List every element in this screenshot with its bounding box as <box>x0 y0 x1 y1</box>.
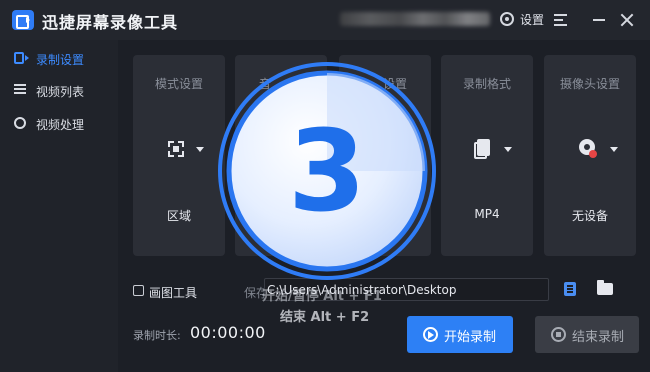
sidebar-item-record-settings[interactable]: 录制设置 <box>0 43 118 73</box>
card-dropdown[interactable] <box>544 139 636 161</box>
card-mode-settings[interactable]: 模式设置 区域 <box>133 55 225 256</box>
card-title: 模式设置 <box>154 77 203 91</box>
screenshot-tool-label[interactable]: 画图工具 <box>149 284 197 301</box>
screenshot-tool-checkbox[interactable] <box>133 285 144 296</box>
gear-icon <box>500 12 514 26</box>
sidebar: 录制设置 视频列表 视频处理 <box>0 40 118 372</box>
hotkey-hint-pause: 开始/暂停 Alt + F1 <box>262 289 382 304</box>
start-recording-button[interactable]: 开始录制 <box>407 316 513 353</box>
tools-icon <box>14 117 26 129</box>
chevron-down-icon <box>610 147 618 152</box>
title-bar: 迅捷屏幕录像工具 设置 <box>0 0 650 40</box>
close-icon[interactable] <box>620 13 634 27</box>
start-recording-label: 开始录制 <box>444 330 497 345</box>
hotkey-hint-stop: 结束 Alt + F2 <box>280 310 370 325</box>
duration-value: 00:00:00 <box>190 323 266 342</box>
stop-recording-label: 结束录制 <box>572 330 625 345</box>
card-title: 录制格式 <box>462 77 511 91</box>
list-icon <box>14 84 27 96</box>
card-value: MP4 <box>474 207 500 221</box>
chevron-down-icon <box>196 147 204 152</box>
sidebar-item-video-list[interactable]: 视频列表 <box>0 75 118 105</box>
card-value: 无设备 <box>571 209 608 223</box>
app-logo-icon <box>12 10 34 30</box>
chevron-down-icon <box>504 147 512 152</box>
duration-label: 录制时长: <box>133 329 181 342</box>
video-icon <box>14 52 29 64</box>
folder-icon[interactable] <box>597 280 613 295</box>
card-webcam-settings[interactable]: 摄像头设置 无设备 <box>544 55 636 256</box>
open-list-icon[interactable] <box>564 282 576 296</box>
file-icon <box>474 139 490 159</box>
stop-circle-icon <box>551 327 566 342</box>
app-title: 迅捷屏幕录像工具 <box>42 13 179 32</box>
card-title: 摄像头设置 <box>559 77 620 91</box>
card-dropdown[interactable] <box>441 139 533 161</box>
region-select-icon <box>168 141 184 157</box>
countdown-number: 3 <box>288 107 366 237</box>
sidebar-item-label: 录制设置 <box>36 53 85 67</box>
play-circle-icon <box>423 327 438 342</box>
stop-recording-button[interactable]: 结束录制 <box>535 316 639 353</box>
webcam-icon <box>579 139 597 158</box>
card-value: 区域 <box>166 209 191 223</box>
sidebar-item-video-processing[interactable]: 视频处理 <box>0 108 118 138</box>
countdown-overlay: 3 <box>218 62 436 280</box>
card-dropdown[interactable] <box>133 139 225 161</box>
sidebar-item-label: 视频处理 <box>36 118 85 132</box>
card-record-format[interactable]: 录制格式 MP4 <box>441 55 533 256</box>
settings-label: 设置 <box>520 13 545 27</box>
menu-icon[interactable] <box>554 14 567 26</box>
user-account-blurred[interactable] <box>340 12 490 26</box>
sidebar-item-label: 视频列表 <box>36 85 85 99</box>
minimize-icon[interactable] <box>593 19 605 21</box>
